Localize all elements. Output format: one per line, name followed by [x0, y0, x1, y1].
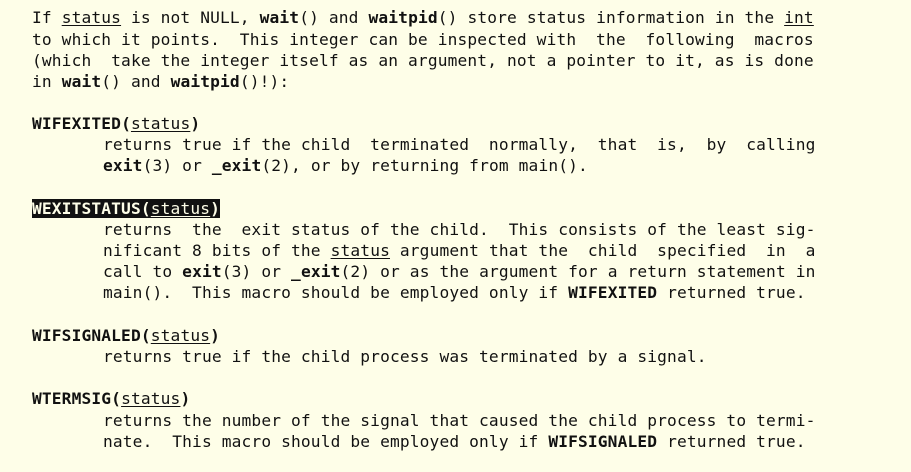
exit-func: exit: [103, 156, 143, 175]
wait-func: wait: [259, 8, 300, 27]
text: returned true.: [657, 432, 806, 451]
text: in: [32, 72, 62, 91]
text: () and: [299, 8, 369, 27]
paren: (: [121, 114, 131, 133]
wifexited-desc-1: returns true if the child terminated nor…: [103, 135, 816, 154]
paren: ): [210, 326, 221, 345]
text: main(). This macro should be employed on…: [103, 283, 569, 302]
macro-name: WEXITSTATUS: [32, 199, 141, 218]
waitpid-func: waitpid: [368, 8, 438, 27]
search-highlight: WEXITSTATUS(status): [32, 199, 221, 218]
text: () and: [101, 72, 171, 91]
wait-func: wait: [61, 72, 102, 91]
macro-heading-wifsignaled: WIFSIGNALED(status): [32, 325, 220, 346]
macro-name: WTERMSIG: [32, 389, 112, 408]
wifsignaled-desc-1: returns true if the child process was te…: [103, 347, 707, 366]
text: nate. This macro should be employed only…: [103, 432, 549, 451]
wtermsig-desc-2: nate. This macro should be employed only…: [103, 431, 806, 452]
text: (3) or: [142, 156, 212, 175]
int-type: int: [784, 8, 814, 27]
text: call to: [103, 262, 183, 281]
paren: (: [140, 326, 151, 345]
text: is not NULL,: [121, 8, 260, 27]
intro-line-3: (which take the integer itself as an arg…: [32, 51, 814, 70]
text: nificant 8 bits of the: [103, 241, 331, 260]
paren: ): [210, 199, 221, 218]
text: () store status information in the: [437, 8, 785, 27]
status-ref: status: [61, 8, 122, 27]
text: (3) or: [221, 262, 292, 281]
wifexited-ref: WIFEXITED: [568, 283, 658, 302]
text: ()!):: [239, 72, 290, 91]
status-ref: status: [330, 241, 390, 260]
intro-line-4: in wait() and waitpid()!):: [32, 71, 289, 92]
text: argument that the child specified in a: [389, 241, 816, 260]
macro-name: WIFEXITED: [32, 114, 122, 133]
waitpid-func: waitpid: [170, 72, 240, 91]
text: (2), or by returning from main().: [261, 156, 588, 175]
wexitstatus-desc-3: call to exit(3) or _exit(2) or as the ar…: [103, 261, 816, 282]
underscore-exit-func: _exit: [211, 156, 262, 175]
wifsignaled-ref: WIFSIGNALED: [548, 432, 658, 451]
wtermsig-desc-1: returns the number of the signal that ca…: [103, 411, 816, 430]
macro-heading-wifexited: WIFEXITED(status): [32, 113, 200, 134]
macro-arg: status: [150, 326, 211, 345]
paren: (: [140, 199, 151, 218]
intro-line-2: to which it points. This integer can be …: [32, 30, 814, 49]
paren: (: [111, 389, 122, 408]
macro-name: WIFSIGNALED: [32, 326, 141, 345]
wexitstatus-desc-2: nificant 8 bits of the status argument t…: [103, 240, 816, 261]
macro-heading-wexitstatus: WEXITSTATUS(status): [32, 198, 221, 219]
underscore-exit-func: _exit: [291, 262, 341, 281]
text: (2) or as the argument for a return stat…: [340, 262, 816, 281]
paren: ): [180, 389, 191, 408]
macro-arg: status: [150, 199, 211, 218]
macro-arg: status: [121, 389, 181, 408]
wexitstatus-desc-1: returns the exit status of the child. Th…: [103, 220, 816, 239]
wexitstatus-desc-4: main(). This macro should be employed on…: [103, 282, 806, 303]
text: If: [32, 8, 62, 27]
text: returned true.: [657, 283, 806, 302]
wifexited-desc-2: exit(3) or _exit(2), or by returning fro…: [103, 155, 588, 176]
man-page-terminal[interactable]: If status is not NULL, wait() and waitpi…: [0, 0, 911, 472]
paren: ): [190, 114, 201, 133]
macro-arg: status: [130, 114, 191, 133]
intro-line-1: If status is not NULL, wait() and waitpi…: [32, 7, 814, 28]
macro-heading-wtermsig: WTERMSIG(status): [32, 388, 190, 409]
exit-func: exit: [182, 262, 222, 281]
